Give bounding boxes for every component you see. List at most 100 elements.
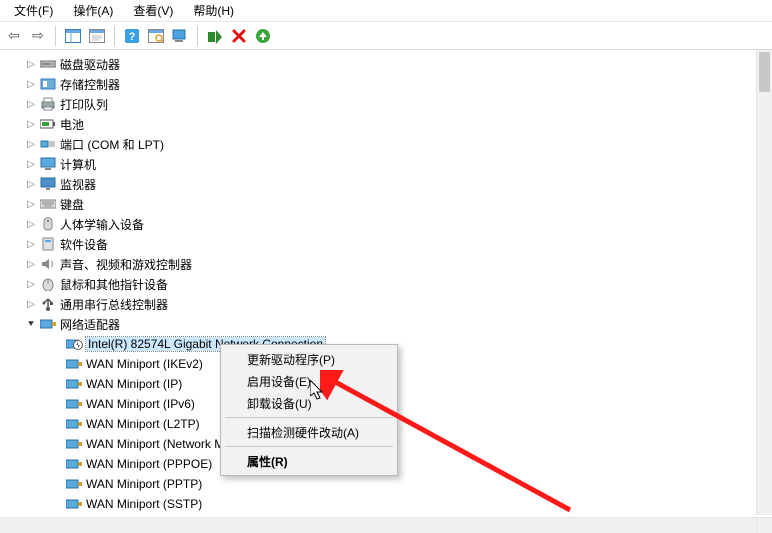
network-card-disabled-icon [66, 336, 82, 352]
scan-hardware-button[interactable] [145, 25, 167, 47]
expand-arrow-icon[interactable]: ▷ [24, 57, 38, 71]
tree-item[interactable]: ▷ 声音、视频和游戏控制器 [0, 254, 772, 274]
help-button[interactable]: ? [121, 25, 143, 47]
monitor-refresh-icon [172, 29, 188, 43]
spacer [50, 457, 64, 471]
tree-item-network-device[interactable]: WAN Miniport (PPTP) [0, 474, 772, 494]
update-driver-button[interactable] [169, 25, 191, 47]
menu-bar: 文件(F) 操作(A) 查看(V) 帮助(H) [0, 0, 772, 22]
horizontal-scrollbar[interactable] [0, 517, 756, 533]
pane-icon [65, 29, 81, 43]
expand-arrow-icon[interactable]: ▷ [24, 277, 38, 291]
expand-arrow-icon[interactable]: ▷ [24, 297, 38, 311]
spacer [50, 497, 64, 511]
menu-help[interactable]: 帮助(H) [185, 0, 242, 21]
tree-item-network-device[interactable]: WAN Miniport (SSTP) [0, 494, 772, 514]
tree-item-label: 键盘 [60, 196, 84, 213]
network-card-icon [66, 456, 82, 472]
action-button[interactable] [252, 25, 274, 47]
vertical-scrollbar[interactable] [756, 50, 772, 515]
menu-action[interactable]: 操作(A) [65, 0, 121, 21]
expand-arrow-icon[interactable]: ▷ [24, 137, 38, 151]
tree-item-label: 打印队列 [60, 96, 108, 113]
expand-arrow-icon[interactable]: ▷ [24, 197, 38, 211]
expand-arrow-icon[interactable]: ▷ [24, 157, 38, 171]
tree-item-network-adapters[interactable]: ⯆ 网络适配器 [0, 314, 772, 334]
toolbar-divider [197, 26, 198, 46]
expand-arrow-icon[interactable]: ▷ [24, 237, 38, 251]
show-hide-tree-button[interactable] [62, 25, 84, 47]
tree-item-label: WAN Miniport (SSTP) [86, 497, 202, 511]
network-card-icon [66, 476, 82, 492]
usb-icon [40, 296, 56, 312]
tree-item[interactable]: ▷ 通用串行总线控制器 [0, 294, 772, 314]
network-card-icon [66, 436, 82, 452]
network-card-icon [66, 496, 82, 512]
tree-item[interactable]: ▷ 鼠标和其他指针设备 [0, 274, 772, 294]
tree-item[interactable]: ▷ 端口 (COM 和 LPT) [0, 134, 772, 154]
ctx-update-driver[interactable]: 更新驱动程序(P) [223, 348, 395, 370]
tree-item-label: 网络适配器 [60, 316, 120, 333]
expand-arrow-icon[interactable]: ▷ [24, 217, 38, 231]
network-card-icon [66, 416, 82, 432]
back-button[interactable]: ⇦ [3, 25, 25, 47]
help-icon: ? [124, 28, 140, 44]
arrow-right-icon: ⇨ [32, 27, 44, 44]
disk-drive-icon [40, 56, 56, 72]
tree-item-label: 人体学输入设备 [60, 216, 144, 233]
svg-text:?: ? [129, 31, 136, 43]
network-card-icon [66, 376, 82, 392]
network-card-icon [66, 356, 82, 372]
menu-view[interactable]: 查看(V) [125, 0, 181, 21]
expand-arrow-icon[interactable]: ▷ [24, 177, 38, 191]
ctx-separator [225, 417, 393, 418]
enable-device-button[interactable] [204, 25, 226, 47]
hid-icon [40, 216, 56, 232]
tree-item-label: WAN Miniport (IP) [86, 377, 182, 391]
ctx-enable-device[interactable]: 启用设备(E) [223, 370, 395, 392]
spacer [50, 357, 64, 371]
tree-item-label: WAN Miniport (IPv6) [86, 397, 195, 411]
tree-item-label: WAN Miniport (PPPOE) [86, 457, 212, 471]
menu-file[interactable]: 文件(F) [6, 0, 61, 21]
tree-item[interactable]: ▷ 计算机 [0, 154, 772, 174]
uninstall-device-button[interactable] [228, 25, 250, 47]
toolbar-divider [55, 26, 56, 46]
tree-item[interactable]: ▷ 软件设备 [0, 234, 772, 254]
tree-item-label: 电池 [60, 116, 84, 133]
properties-icon [89, 29, 105, 43]
tree-item-label: 声音、视频和游戏控制器 [60, 256, 192, 273]
spacer [50, 337, 64, 351]
tree-item-label: 通用串行总线控制器 [60, 296, 168, 313]
toolbar: ⇦ ⇨ ? [0, 22, 772, 50]
enable-icon [207, 28, 223, 44]
tree-item[interactable]: ▷ 电池 [0, 114, 772, 134]
expand-arrow-icon[interactable]: ▷ [24, 117, 38, 131]
tree-item[interactable]: ▷ 打印队列 [0, 94, 772, 114]
network-card-icon [66, 396, 82, 412]
scrollbar-thumb[interactable] [759, 52, 770, 92]
tree-item[interactable]: ▷ 存储控制器 [0, 74, 772, 94]
tree-item[interactable]: ▷ 键盘 [0, 194, 772, 214]
ctx-uninstall-device[interactable]: 卸载设备(U) [223, 392, 395, 414]
tree-item-label: 软件设备 [60, 236, 108, 253]
monitor-icon [40, 176, 56, 192]
expand-arrow-icon[interactable]: ▷ [24, 97, 38, 111]
properties-button[interactable] [86, 25, 108, 47]
forward-button[interactable]: ⇨ [27, 25, 49, 47]
expand-arrow-icon[interactable]: ▷ [24, 77, 38, 91]
ctx-properties[interactable]: 属性(R) [223, 450, 395, 472]
tree-item[interactable]: ▷ 磁盘驱动器 [0, 54, 772, 74]
tree-item-label: WAN Miniport (PPTP) [86, 477, 202, 491]
storage-controller-icon [40, 76, 56, 92]
arrow-left-icon: ⇦ [8, 27, 20, 44]
x-icon [232, 29, 246, 43]
tree-item[interactable]: ▷ 人体学输入设备 [0, 214, 772, 234]
tree-item[interactable]: ▷ 监视器 [0, 174, 772, 194]
ctx-scan-hardware[interactable]: 扫描检测硬件改动(A) [223, 421, 395, 443]
tree-item-label: 存储控制器 [60, 76, 120, 93]
expand-arrow-icon[interactable]: ▷ [24, 257, 38, 271]
tree-item-label: WAN Miniport (IKEv2) [86, 357, 203, 371]
spacer [50, 417, 64, 431]
collapse-arrow-icon[interactable]: ⯆ [24, 317, 38, 331]
